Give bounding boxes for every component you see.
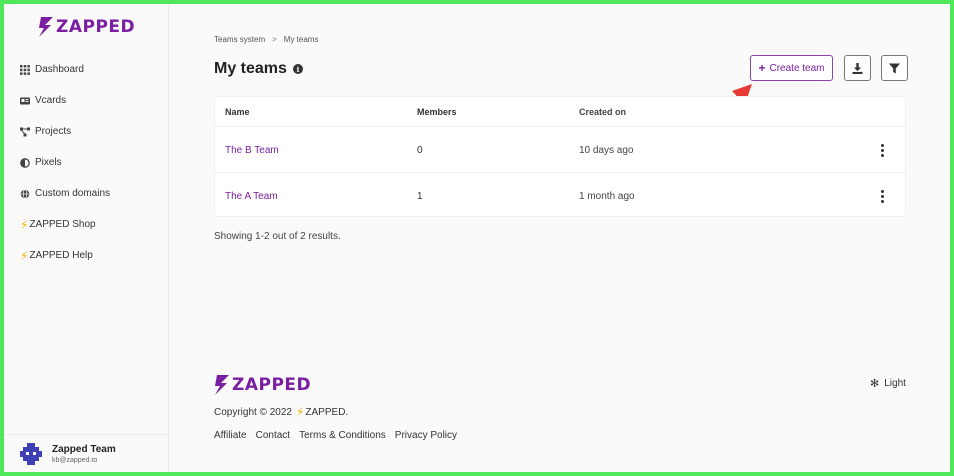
project-nodes-icon xyxy=(20,127,30,136)
theme-toggle[interactable]: ✻ Light xyxy=(870,377,906,390)
avatar xyxy=(20,442,42,465)
more-options-icon[interactable] xyxy=(879,142,886,159)
teams-table: Name Members Created on The B Team 0 10 … xyxy=(214,96,907,219)
brand-logo[interactable]: ZAPPED xyxy=(38,16,135,38)
theme-label: Light xyxy=(884,378,906,389)
team-name-link[interactable]: The B Team xyxy=(225,145,279,156)
sidebar-item-custom-domains[interactable]: Custom domains xyxy=(20,178,110,209)
user-name: Zapped Team xyxy=(52,443,116,455)
sidebar-item-zapped-shop[interactable]: ⚡ ZAPPED Shop xyxy=(20,209,110,240)
more-options-icon[interactable] xyxy=(879,188,886,205)
create-team-label: Create team xyxy=(769,62,825,74)
copyright-brand: ZAPPED. xyxy=(305,406,349,418)
copyright: Copyright © 2022 ⚡ ZAPPED. xyxy=(214,405,348,419)
create-team-button[interactable]: + Create team xyxy=(750,55,833,81)
breadcrumb-separator: > xyxy=(272,35,277,44)
download-button[interactable] xyxy=(844,55,871,81)
main-content: Teams system > My teams My teams i + Cre… xyxy=(170,4,950,472)
sidebar-item-projects[interactable]: Projects xyxy=(20,116,110,147)
table-row: The B Team 0 10 days ago xyxy=(215,128,907,173)
team-created: 1 month ago xyxy=(579,191,635,202)
zapped-logo-icon xyxy=(39,17,53,37)
results-summary: Showing 1-2 out of 2 results. xyxy=(214,231,341,242)
bolt-icon: ⚡ xyxy=(295,405,305,419)
column-header-name[interactable]: Name xyxy=(225,107,250,117)
sidebar: ZAPPED Dashboard Vcards Projects Pixels … xyxy=(4,4,169,472)
sidebar-item-label: ZAPPED Help xyxy=(29,250,93,261)
sidebar-item-pixels[interactable]: Pixels xyxy=(20,147,110,178)
table-row: The A Team 1 1 month ago xyxy=(215,174,907,219)
sidebar-item-label: Pixels xyxy=(35,157,62,168)
brand-name: ZAPPED xyxy=(56,17,136,37)
footer-link-privacy[interactable]: Privacy Policy xyxy=(395,430,457,441)
footer-brand-name: ZAPPED xyxy=(232,375,312,395)
team-members: 1 xyxy=(417,191,423,202)
footer-links: Affiliate Contact Terms & Conditions Pri… xyxy=(214,430,457,441)
info-icon[interactable]: i xyxy=(292,64,303,74)
download-icon xyxy=(852,62,863,74)
bolt-icon: ⚡ xyxy=(20,248,29,263)
column-header-members[interactable]: Members xyxy=(417,107,457,117)
sidebar-item-vcards[interactable]: Vcards xyxy=(20,85,110,116)
page-title: My teams xyxy=(214,60,287,77)
filter-icon xyxy=(889,63,900,73)
team-members: 0 xyxy=(417,144,423,156)
team-name-link[interactable]: The A Team xyxy=(225,191,278,202)
user-profile[interactable]: Zapped Team kb@zapped.to xyxy=(4,434,169,472)
footer-link-affiliate[interactable]: Affiliate xyxy=(214,430,247,441)
bolt-icon: ⚡ xyxy=(20,217,29,232)
breadcrumb-current: My teams xyxy=(283,35,319,44)
globe-icon xyxy=(20,188,30,199)
user-info: Zapped Team kb@zapped.to xyxy=(52,444,116,464)
grid-icon xyxy=(20,64,30,75)
sun-icon: ✻ xyxy=(870,378,880,390)
sidebar-item-label: Custom domains xyxy=(35,188,111,199)
title-row: My teams i xyxy=(214,60,303,78)
app-window: ZAPPED Dashboard Vcards Projects Pixels … xyxy=(4,4,950,472)
id-card-icon xyxy=(20,97,30,104)
zapped-logo-icon xyxy=(215,375,229,395)
sidebar-item-label: Dashboard xyxy=(35,64,84,75)
user-email: kb@zapped.to xyxy=(52,456,98,464)
sidebar-item-label: ZAPPED Shop xyxy=(29,219,96,230)
sidebar-item-label: Vcards xyxy=(35,95,67,106)
sidebar-item-label: Projects xyxy=(35,126,72,137)
table-header: Name Members Created on xyxy=(215,97,907,127)
breadcrumb-parent[interactable]: Teams system xyxy=(214,35,265,44)
footer-link-contact[interactable]: Contact xyxy=(256,430,290,441)
footer-logo[interactable]: ZAPPED xyxy=(214,374,311,396)
half-circle-icon xyxy=(20,157,30,168)
sidebar-nav: Dashboard Vcards Projects Pixels Custom … xyxy=(20,54,110,271)
sidebar-item-zapped-help[interactable]: ⚡ ZAPPED Help xyxy=(20,240,110,271)
team-created: 10 days ago xyxy=(579,144,634,156)
plus-icon: + xyxy=(758,61,766,75)
copyright-text: Copyright © 2022 xyxy=(214,406,292,418)
footer-link-terms[interactable]: Terms & Conditions xyxy=(299,430,386,441)
filter-button[interactable] xyxy=(881,55,908,81)
sidebar-item-dashboard[interactable]: Dashboard xyxy=(20,54,110,85)
breadcrumb: Teams system > My teams xyxy=(214,35,318,44)
column-header-created[interactable]: Created on xyxy=(579,107,626,117)
